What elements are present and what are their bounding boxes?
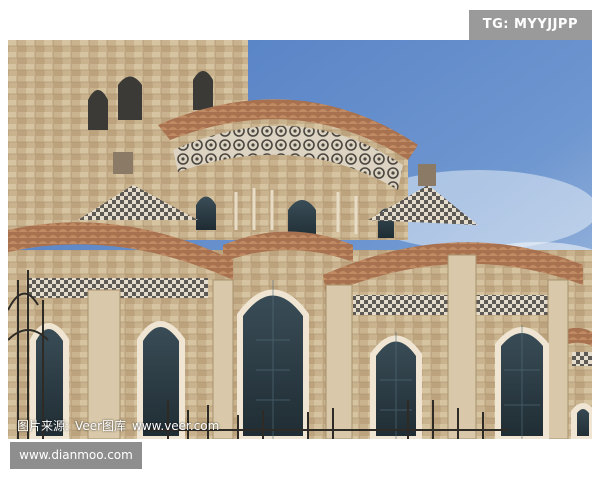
photo	[8, 40, 592, 439]
church-photo	[8, 40, 592, 439]
photo-credit: 图片来源: Veer图库 www.veer.com	[17, 417, 225, 434]
credit-label: 图片来源:	[17, 419, 70, 433]
credit-source: Veer图库	[75, 419, 127, 433]
source-watermark: www.dianmoo.com	[10, 442, 142, 469]
tag-badge: TG: MYYJJPP	[468, 10, 592, 40]
credit-url: www.veer.com	[132, 419, 220, 433]
